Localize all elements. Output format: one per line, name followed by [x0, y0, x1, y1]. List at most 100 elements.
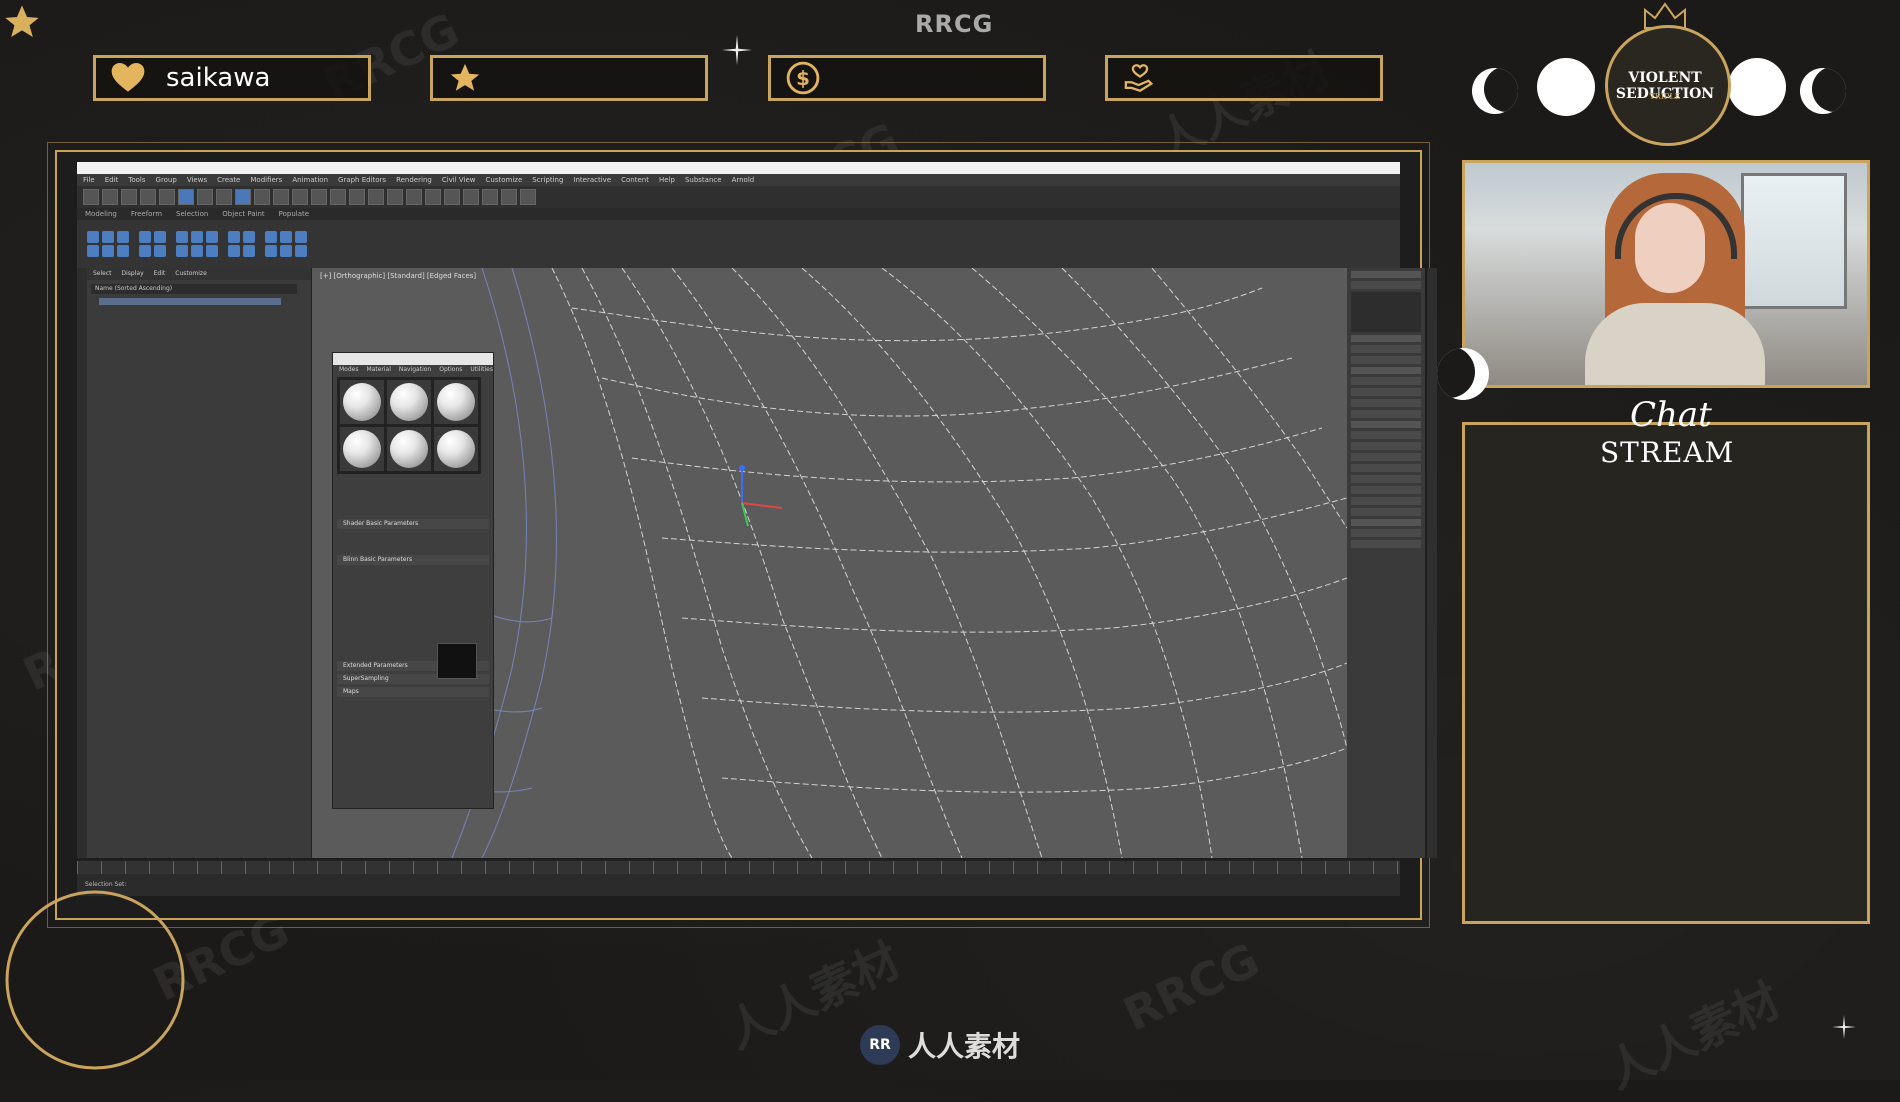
- render-frame-icon[interactable]: [501, 189, 517, 205]
- property-row[interactable]: [1351, 442, 1421, 450]
- material-slot[interactable]: [434, 427, 478, 471]
- menu-item[interactable]: Graph Editors: [338, 174, 386, 186]
- ribbon-tab[interactable]: Modeling: [85, 208, 117, 220]
- layer-icon[interactable]: [406, 189, 422, 205]
- menu-item[interactable]: Scripting: [532, 174, 563, 186]
- menu-item[interactable]: Rendering: [396, 174, 432, 186]
- percent-snap-icon[interactable]: [349, 189, 365, 205]
- rollout-blinn-basic[interactable]: Blinn Basic Parameters: [337, 555, 489, 565]
- menu-item[interactable]: Modes: [339, 365, 358, 375]
- menu-item[interactable]: Interactive: [573, 174, 611, 186]
- menu-item[interactable]: Edit: [105, 174, 119, 186]
- modifier-stack-item[interactable]: [1351, 292, 1421, 332]
- scale-icon[interactable]: [273, 189, 289, 205]
- ribbon-tab[interactable]: Populate: [279, 208, 309, 220]
- ribbon-icon[interactable]: [280, 245, 292, 257]
- rollout-shader-basic[interactable]: Shader Basic Parameters: [337, 519, 489, 529]
- timeline[interactable]: [77, 860, 1400, 875]
- menu-item[interactable]: Group: [156, 174, 177, 186]
- unlink-icon[interactable]: [140, 189, 156, 205]
- scene-tab[interactable]: Select: [93, 268, 112, 280]
- property-row[interactable]: [1351, 356, 1421, 364]
- bind-icon[interactable]: [159, 189, 175, 205]
- property-row[interactable]: [1351, 399, 1421, 407]
- menu-item[interactable]: Create: [217, 174, 240, 186]
- align-icon[interactable]: [387, 189, 403, 205]
- property-row[interactable]: [1351, 540, 1421, 548]
- rollout-header[interactable]: [1351, 335, 1421, 342]
- ribbon-icon[interactable]: [176, 245, 188, 257]
- property-row[interactable]: [1351, 486, 1421, 494]
- property-row[interactable]: [1351, 497, 1421, 505]
- material-slot[interactable]: [340, 427, 384, 471]
- ribbon-icon[interactable]: [117, 245, 129, 257]
- chat-panel[interactable]: [1462, 422, 1870, 924]
- menu-item[interactable]: Arnold: [732, 174, 755, 186]
- ribbon-icon[interactable]: [265, 245, 277, 257]
- property-row[interactable]: [1351, 508, 1421, 516]
- select-icon[interactable]: [178, 189, 194, 205]
- material-editor-title[interactable]: [333, 353, 493, 365]
- ribbon-icon[interactable]: [295, 245, 307, 257]
- scene-tab[interactable]: Edit: [154, 268, 166, 280]
- ribbon-icon[interactable]: [191, 245, 203, 257]
- property-row[interactable]: [1351, 345, 1421, 353]
- schematic-icon[interactable]: [444, 189, 460, 205]
- snap-icon[interactable]: [311, 189, 327, 205]
- material-editor-window[interactable]: Modes Material Navigation Options Utilit…: [332, 352, 494, 809]
- property-row[interactable]: [1351, 388, 1421, 396]
- material-slot[interactable]: [387, 427, 431, 471]
- undo-icon[interactable]: [83, 189, 99, 205]
- render-icon[interactable]: [520, 189, 536, 205]
- ribbon-icon[interactable]: [228, 231, 240, 243]
- ribbon-icon[interactable]: [139, 245, 151, 257]
- menu-item[interactable]: Modifiers: [250, 174, 282, 186]
- material-slot[interactable]: [434, 380, 478, 424]
- material-slot[interactable]: [387, 380, 431, 424]
- rollout-header[interactable]: [1351, 519, 1421, 526]
- menu-item[interactable]: Views: [187, 174, 207, 186]
- menu-item[interactable]: Animation: [292, 174, 328, 186]
- ribbon-tab[interactable]: Freeform: [131, 208, 162, 220]
- command-panel-tabs[interactable]: [1351, 271, 1421, 278]
- scene-tab[interactable]: Customize: [175, 268, 207, 280]
- property-row[interactable]: [1351, 529, 1421, 537]
- angle-snap-icon[interactable]: [330, 189, 346, 205]
- rotate-icon[interactable]: [254, 189, 270, 205]
- move-icon[interactable]: [235, 189, 251, 205]
- material-slot[interactable]: [340, 380, 384, 424]
- menu-item[interactable]: Help: [659, 174, 675, 186]
- property-row[interactable]: [1351, 464, 1421, 472]
- ribbon-icon[interactable]: [87, 231, 99, 243]
- ribbon-icon[interactable]: [243, 245, 255, 257]
- modifier-list[interactable]: [1351, 281, 1421, 289]
- link-icon[interactable]: [121, 189, 137, 205]
- pivot-icon[interactable]: [292, 189, 308, 205]
- ribbon-icon[interactable]: [206, 231, 218, 243]
- ribbon-icon[interactable]: [102, 231, 114, 243]
- menu-item[interactable]: Options: [439, 365, 462, 375]
- menu-item[interactable]: Substance: [685, 174, 722, 186]
- ribbon-tab[interactable]: Object Paint: [222, 208, 264, 220]
- ribbon-icon[interactable]: [154, 245, 166, 257]
- ribbon-icon[interactable]: [295, 231, 307, 243]
- property-row[interactable]: [1351, 453, 1421, 461]
- mirror-icon[interactable]: [368, 189, 384, 205]
- ribbon-icon[interactable]: [154, 231, 166, 243]
- curve-editor-icon[interactable]: [425, 189, 441, 205]
- scene-object-row[interactable]: [99, 298, 281, 305]
- menu-item[interactable]: Material: [366, 365, 390, 375]
- property-row[interactable]: [1351, 475, 1421, 483]
- menu-item[interactable]: Utilities: [470, 365, 493, 375]
- ribbon-icon[interactable]: [191, 231, 203, 243]
- property-row[interactable]: [1351, 431, 1421, 439]
- render-setup-icon[interactable]: [482, 189, 498, 205]
- ribbon-icon[interactable]: [243, 231, 255, 243]
- property-row[interactable]: [1351, 377, 1421, 385]
- property-row[interactable]: [1351, 410, 1421, 418]
- ribbon-icon[interactable]: [206, 245, 218, 257]
- ribbon-icon[interactable]: [117, 231, 129, 243]
- rollout-maps[interactable]: Maps: [337, 687, 489, 697]
- rollout-header[interactable]: [1351, 367, 1421, 374]
- menu-item[interactable]: File: [83, 174, 95, 186]
